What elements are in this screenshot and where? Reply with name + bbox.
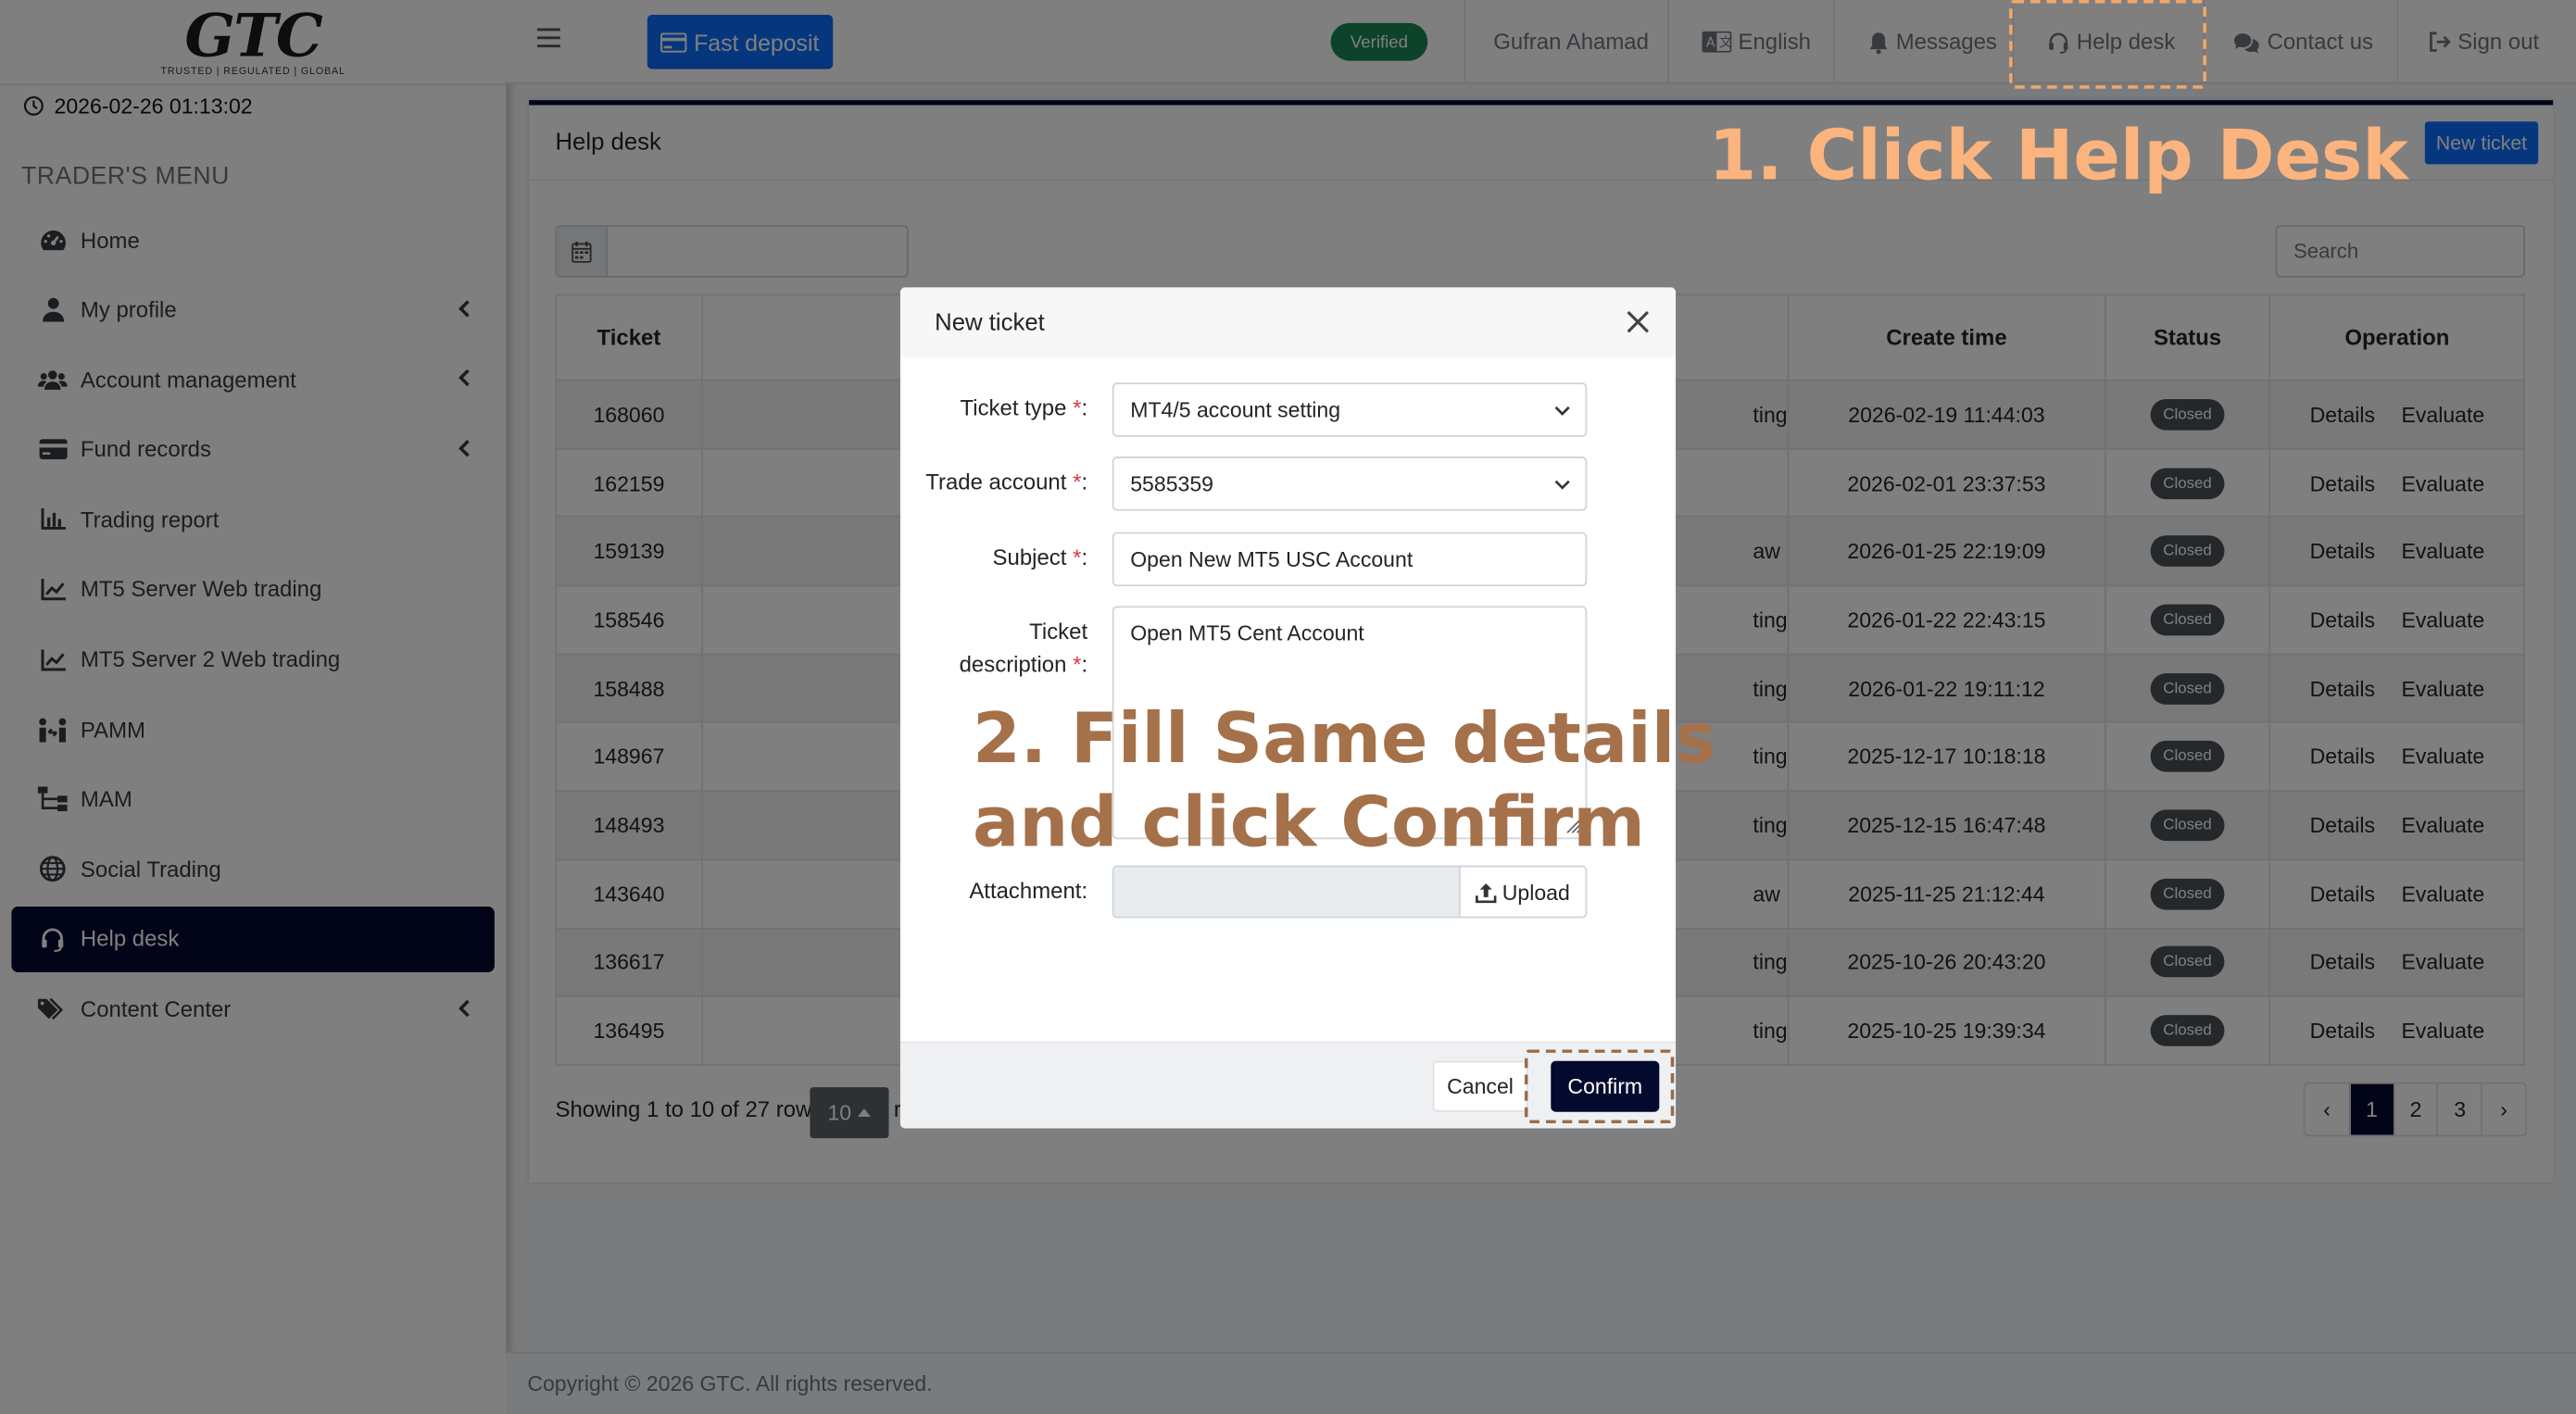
close-icon[interactable] bbox=[1625, 308, 1651, 334]
attachment-label: Attachment: bbox=[969, 878, 1088, 904]
description-label-line2: description bbox=[959, 652, 1067, 677]
help-desk-highlight bbox=[2009, 0, 2206, 89]
upload-button[interactable]: Upload bbox=[1458, 867, 1586, 917]
ticket-type-label: Ticket type *: bbox=[961, 393, 1088, 425]
annotation-step1: 1. Click Help Desk bbox=[1708, 115, 2408, 196]
ticket-type-value: MT4/5 account setting bbox=[1130, 397, 1341, 422]
subject-label: Subject *: bbox=[993, 542, 1088, 574]
subject-label-text: Subject bbox=[992, 544, 1067, 570]
confirm-highlight bbox=[1524, 1049, 1675, 1124]
chevron-down-icon bbox=[1554, 480, 1570, 490]
label-colon: : bbox=[1081, 652, 1088, 677]
ticket-type-label-text: Ticket type bbox=[960, 395, 1067, 421]
upload-icon bbox=[1476, 882, 1498, 903]
cancel-button[interactable]: Cancel bbox=[1432, 1060, 1528, 1112]
attachment-file-display[interactable] bbox=[1113, 867, 1459, 917]
upload-label: Upload bbox=[1502, 879, 1570, 905]
modal-title: New ticket bbox=[899, 287, 1677, 358]
trade-account-label: Trade account *: bbox=[925, 467, 1087, 499]
description-label: Ticket description *: bbox=[960, 616, 1088, 682]
trade-account-select[interactable]: 5585359 bbox=[1112, 457, 1588, 511]
attachment-field[interactable]: Upload bbox=[1112, 865, 1588, 919]
description-value: Open MT5 Cent Account bbox=[1130, 620, 1364, 646]
annotation-step2: 2. Fill Same details and click Confirm bbox=[972, 696, 1716, 864]
subject-input[interactable]: Open New MT5 USC Account bbox=[1112, 532, 1588, 587]
description-label-line1: Ticket bbox=[1029, 619, 1088, 644]
trade-account-value: 5585359 bbox=[1130, 471, 1214, 496]
annotation-step2-line2: and click Confirm bbox=[972, 782, 1645, 863]
app-window: GTC TRUSTED | REGULATED | GLOBAL 2026-02… bbox=[0, 0, 2576, 1414]
chevron-down-icon bbox=[1554, 406, 1570, 416]
subject-value: Open New MT5 USC Account bbox=[1130, 546, 1414, 572]
label-colon: : bbox=[1081, 395, 1088, 421]
label-colon: : bbox=[1081, 544, 1088, 570]
label-colon: : bbox=[1081, 469, 1088, 494]
trade-account-label-text: Trade account bbox=[925, 469, 1067, 494]
annotation-step2-line1: 2. Fill Same details bbox=[972, 697, 1716, 779]
ticket-type-select[interactable]: MT4/5 account setting bbox=[1112, 382, 1588, 437]
